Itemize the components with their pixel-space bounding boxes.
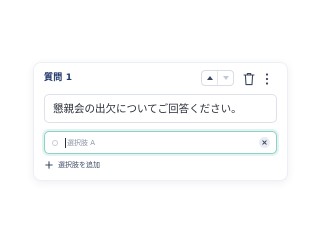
more-options-button[interactable] <box>263 71 271 85</box>
chevron-down-icon <box>222 76 229 80</box>
trash-icon <box>243 73 255 86</box>
question-card: 質問 1 懇親会の出欠についてご回答ください。 選択肢 A 選択肢を追加 <box>33 62 288 181</box>
clear-option-button[interactable] <box>259 137 270 148</box>
radio-bullet-icon <box>52 139 58 146</box>
move-down-button[interactable] <box>217 71 233 85</box>
reorder-button-group <box>201 70 234 86</box>
question-text-field[interactable]: 懇親会の出欠についてご回答ください。 <box>44 94 277 123</box>
question-text: 懇親会の出欠についてご回答ください。 <box>53 103 242 115</box>
option-input[interactable] <box>67 138 259 147</box>
chevron-up-icon <box>206 76 213 80</box>
add-option-button[interactable]: 選択肢を追加 <box>45 160 100 170</box>
move-up-button[interactable] <box>202 71 217 85</box>
more-vertical-icon <box>265 73 269 85</box>
add-option-label: 選択肢を追加 <box>58 161 100 169</box>
close-icon <box>262 140 267 145</box>
question-number-title: 質問 1 <box>44 73 73 83</box>
option-row <box>44 131 277 154</box>
text-cursor <box>65 137 66 148</box>
delete-question-button[interactable] <box>243 71 255 86</box>
plus-icon <box>45 161 53 169</box>
